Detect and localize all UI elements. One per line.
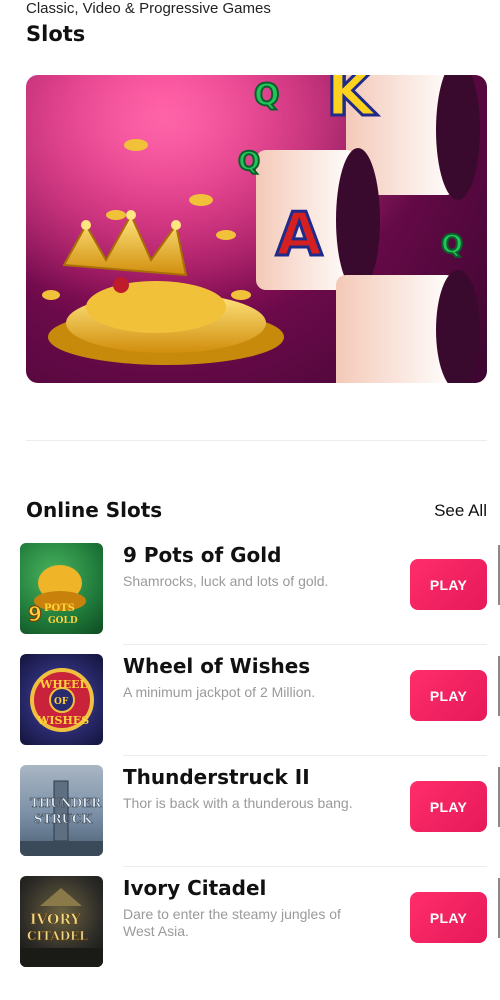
svg-text:Q: Q	[254, 78, 280, 113]
play-button[interactable]: PLAY	[410, 781, 487, 832]
svg-text:K: K	[326, 75, 378, 131]
game-thumbnail[interactable]: THUNDER STRUCK	[20, 765, 103, 856]
svg-text:WISHES: WISHES	[36, 714, 89, 727]
svg-text:GOLD: GOLD	[48, 616, 78, 626]
play-button[interactable]: PLAY	[410, 670, 487, 721]
page-subtitle: Classic, Video & Progressive Games	[26, 0, 271, 17]
game-row[interactable]: WHEEL OF WISHES Wheel of Wishes A minimu…	[20, 654, 500, 756]
game-title: Thunderstruck II	[123, 765, 310, 789]
game-description: A minimum jackpot of 2 Million.	[123, 684, 316, 700]
hero-banner-illustration: K A Q Q Q	[26, 75, 487, 383]
svg-text:CITADEL: CITADEL	[27, 929, 88, 943]
svg-text:9: 9	[28, 602, 42, 626]
svg-text:A: A	[276, 200, 323, 270]
section-divider	[26, 440, 487, 441]
play-button[interactable]: PLAY	[410, 892, 487, 943]
pots-of-gold-icon: 9 POTS GOLD	[28, 565, 86, 627]
row-divider	[123, 644, 487, 645]
see-all-link[interactable]: See All	[434, 501, 487, 521]
row-divider	[123, 755, 487, 756]
svg-text:STRUCK: STRUCK	[34, 812, 93, 826]
hero-banner[interactable]: K A Q Q Q	[26, 75, 487, 383]
game-title: 9 Pots of Gold	[123, 543, 282, 567]
play-button[interactable]: PLAY	[410, 559, 487, 610]
section-title: Online Slots	[26, 498, 163, 522]
page: Classic, Video & Progressive Games Slots	[0, 0, 500, 1000]
svg-text:THUNDER: THUNDER	[30, 796, 102, 810]
wheel-of-wishes-icon: WHEEL OF WISHES	[30, 668, 94, 732]
thunderstruck-icon: THUNDER STRUCK	[20, 780, 103, 856]
svg-text:OF: OF	[54, 697, 69, 707]
game-row[interactable]: IVORY CITADEL Ivory Citadel Dare to ente…	[20, 876, 500, 968]
game-description: Dare to enter the steamy jungles of West…	[123, 906, 341, 939]
game-title: Ivory Citadel	[123, 876, 267, 900]
svg-text:WHEEL: WHEEL	[39, 678, 88, 691]
ivory-citadel-icon: IVORY CITADEL	[20, 888, 103, 967]
game-thumbnail[interactable]: 9 POTS GOLD	[20, 543, 103, 634]
game-thumbnail[interactable]: IVORY CITADEL	[20, 876, 103, 967]
svg-text:IVORY: IVORY	[30, 912, 82, 928]
game-description: Shamrocks, luck and lots of gold.	[123, 573, 329, 589]
game-description: Thor is back with a thunderous bang.	[123, 795, 353, 811]
game-row[interactable]: 9 POTS GOLD 9 Pots of Gold Shamrocks, lu…	[20, 543, 500, 645]
game-title: Wheel of Wishes	[123, 654, 311, 678]
game-thumbnail[interactable]: WHEEL OF WISHES	[20, 654, 103, 745]
svg-text:Q: Q	[441, 230, 463, 260]
page-title: Slots	[26, 22, 86, 46]
svg-text:POTS: POTS	[44, 603, 75, 614]
svg-text:Q: Q	[238, 147, 260, 177]
row-divider	[123, 866, 487, 867]
game-row[interactable]: THUNDER STRUCK Thunderstruck II Thor is …	[20, 765, 500, 867]
